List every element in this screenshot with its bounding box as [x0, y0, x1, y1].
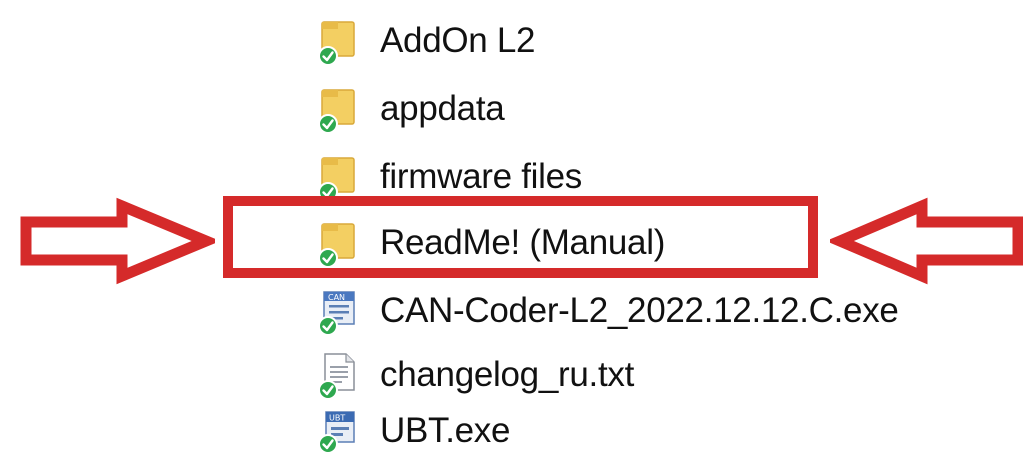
file-name: CAN-Coder-L2_2022.12.12.C.exe: [380, 291, 899, 330]
list-item[interactable]: UBT UBT.exe: [316, 406, 936, 456]
folder-icon: [316, 84, 362, 134]
ubt-exe-icon: UBT: [316, 406, 362, 456]
file-name: UBT.exe: [380, 411, 511, 450]
list-item[interactable]: changelog_ru.txt: [316, 350, 936, 400]
right-pointing-arrow-icon: [20, 197, 215, 285]
folder-icon: [316, 152, 362, 202]
list-item[interactable]: CAN CAN-Coder-L2_2022.12.12.C.exe: [316, 286, 936, 336]
file-name: firmware files: [380, 157, 582, 196]
text-file-icon: [316, 350, 362, 400]
list-item[interactable]: appdata: [316, 84, 936, 134]
list-item[interactable]: AddOn L2: [316, 16, 936, 66]
file-name: appdata: [380, 89, 505, 128]
folder-icon: [316, 16, 362, 66]
highlight-box: [223, 196, 818, 278]
sync-check-icon: [318, 182, 338, 202]
left-pointing-arrow-icon: [830, 197, 1023, 285]
file-name: AddOn L2: [380, 21, 536, 60]
sync-check-icon: [318, 114, 338, 134]
sync-check-icon: [318, 316, 338, 336]
file-name: changelog_ru.txt: [380, 355, 634, 394]
list-item[interactable]: firmware files: [316, 152, 936, 202]
sync-check-icon: [318, 380, 338, 400]
can-exe-icon: CAN: [316, 286, 362, 336]
sync-check-icon: [318, 46, 338, 66]
sync-check-icon: [318, 434, 338, 454]
